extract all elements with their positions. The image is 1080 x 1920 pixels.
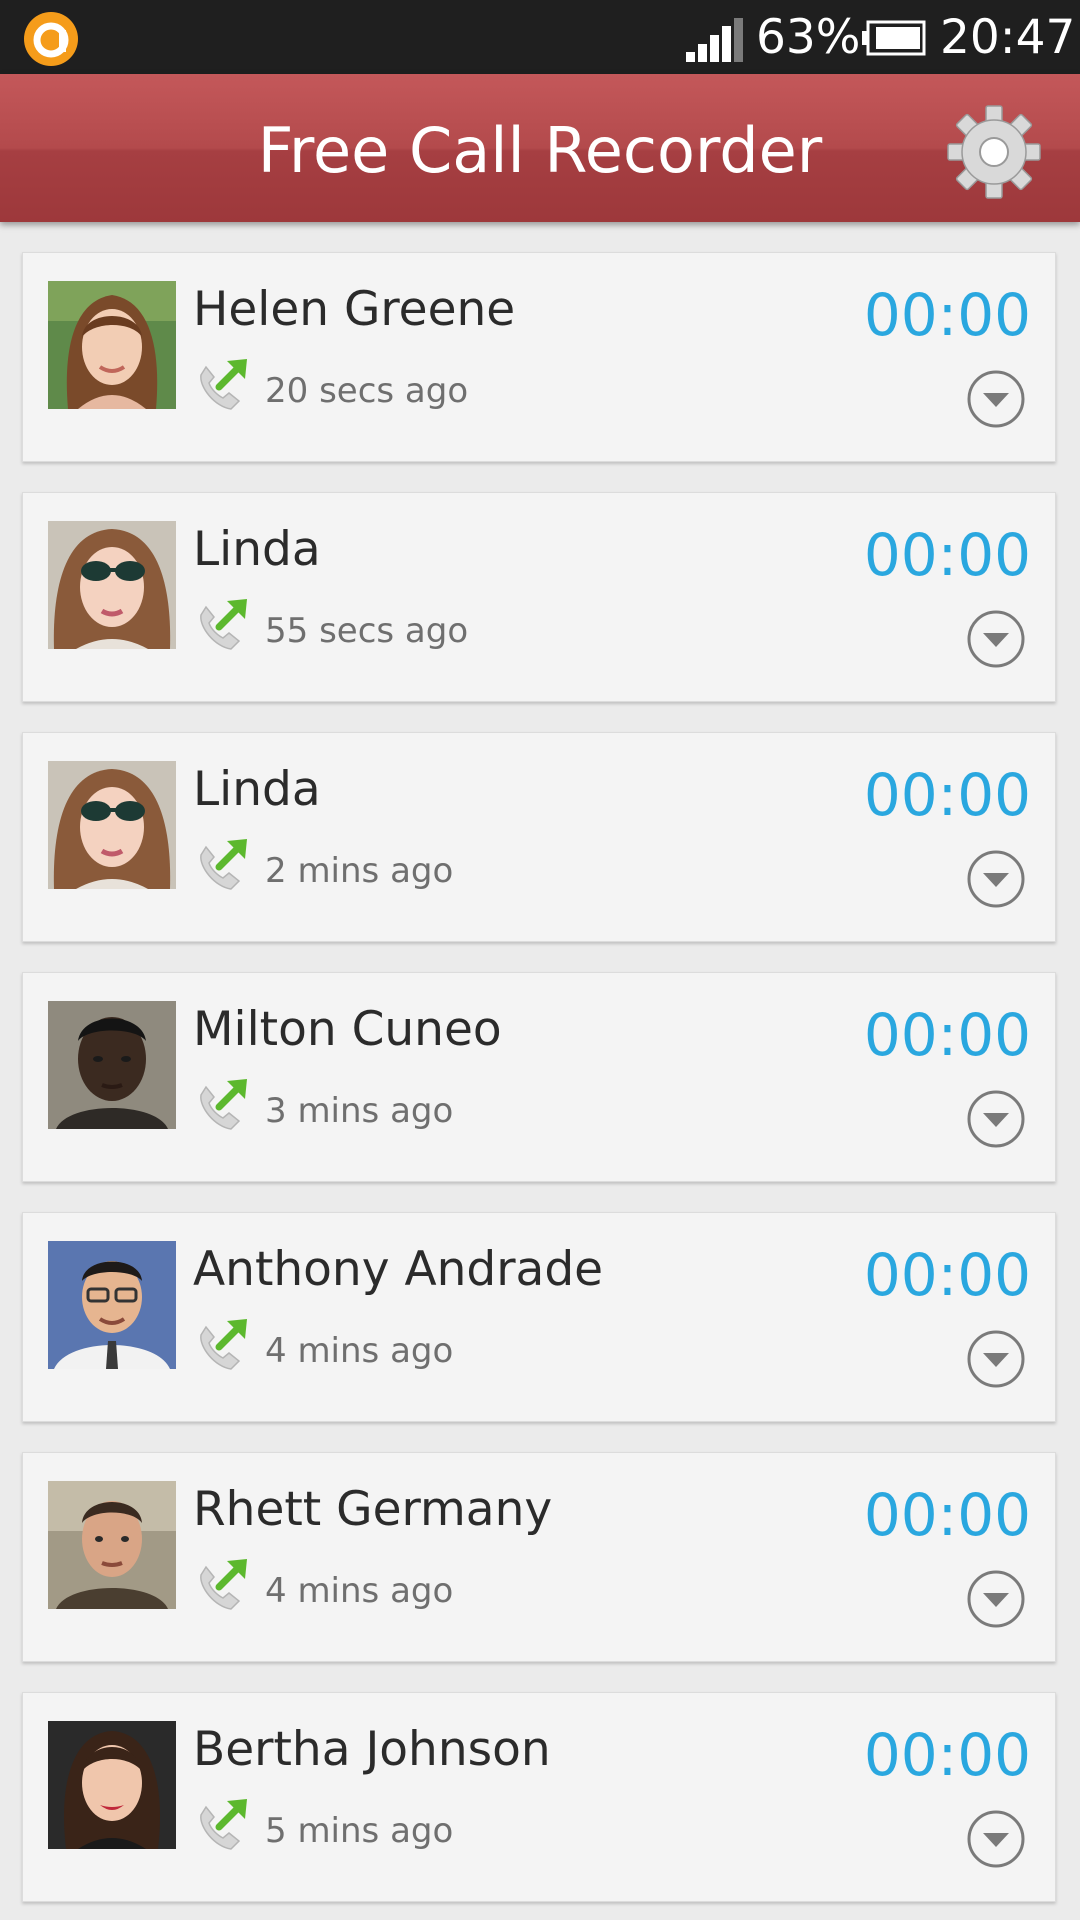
expand-chevron-down-icon[interactable] [966,369,1026,429]
call-time-ago: 4 mins ago [265,1571,454,1611]
settings-gear-icon[interactable] [944,102,1044,202]
recording-item[interactable]: Helen Greene 20 secs ago 00:00 [22,252,1056,462]
recording-duration: 00:00 [863,761,1031,829]
recording-duration: 00:00 [863,521,1031,589]
recording-duration: 00:00 [863,1721,1031,1789]
expand-chevron-down-icon[interactable] [966,609,1026,669]
call-time-ago: 5 mins ago [265,1811,454,1851]
contact-name: Bertha Johnson [193,1722,551,1777]
contact-name: Helen Greene [193,282,516,337]
outgoing-call-icon [200,1559,247,1610]
app-notification-icon [24,12,78,66]
battery-icon [862,20,926,56]
call-time-ago: 2 mins ago [265,851,454,891]
outgoing-call-icon [200,1799,247,1850]
expand-chevron-down-icon[interactable] [966,1569,1026,1629]
outgoing-call-icon [200,599,247,650]
recording-duration: 00:00 [863,1001,1031,1069]
call-time-ago: 3 mins ago [265,1091,454,1131]
recording-duration: 00:00 [863,281,1031,349]
outgoing-call-icon [200,1079,247,1130]
outgoing-call-icon [200,359,247,410]
contact-name: Linda [193,762,321,817]
recording-item[interactable]: Linda 2 mins ago 00:00 [22,732,1056,942]
outgoing-call-icon [200,1319,247,1370]
recording-item[interactable]: Bertha Johnson 5 mins ago 00:00 [22,1692,1056,1902]
signal-strength-icon [686,18,743,62]
recording-item[interactable]: Milton Cuneo 3 mins ago 00:00 [22,972,1056,1182]
call-time-ago: 55 secs ago [265,611,469,651]
expand-chevron-down-icon[interactable] [966,1809,1026,1869]
call-time-ago: 4 mins ago [265,1331,454,1371]
app-bar: Free Call Recorder [0,74,1080,222]
contact-avatar [48,1721,176,1849]
app-title: Free Call Recorder [257,114,823,187]
clock: 20:47 [940,10,1076,65]
expand-chevron-down-icon[interactable] [966,1329,1026,1389]
recording-item[interactable]: Anthony Andrade 4 mins ago 00:00 [22,1212,1056,1422]
contact-name: Milton Cuneo [193,1002,502,1057]
recording-item[interactable]: Rhett Germany 4 mins ago 00:00 [22,1452,1056,1662]
contact-name: Rhett Germany [193,1482,553,1537]
call-time-ago: 20 secs ago [265,371,469,411]
outgoing-call-icon [200,839,247,890]
contact-avatar [48,1481,176,1609]
contact-avatar [48,1241,176,1369]
expand-chevron-down-icon[interactable] [966,849,1026,909]
contact-name: Linda [193,522,321,577]
recording-item[interactable]: Linda 55 secs ago 00:00 [22,492,1056,702]
contact-avatar [48,281,176,409]
contact-avatar [48,1001,176,1129]
recording-duration: 00:00 [863,1481,1031,1549]
recording-duration: 00:00 [863,1241,1031,1309]
contact-avatar [48,761,176,889]
expand-chevron-down-icon[interactable] [966,1089,1026,1149]
contact-name: Anthony Andrade [193,1242,604,1297]
contact-avatar [48,521,176,649]
status-bar: 63% 20:47 [0,0,1080,74]
battery-percentage: 63% [756,10,861,65]
